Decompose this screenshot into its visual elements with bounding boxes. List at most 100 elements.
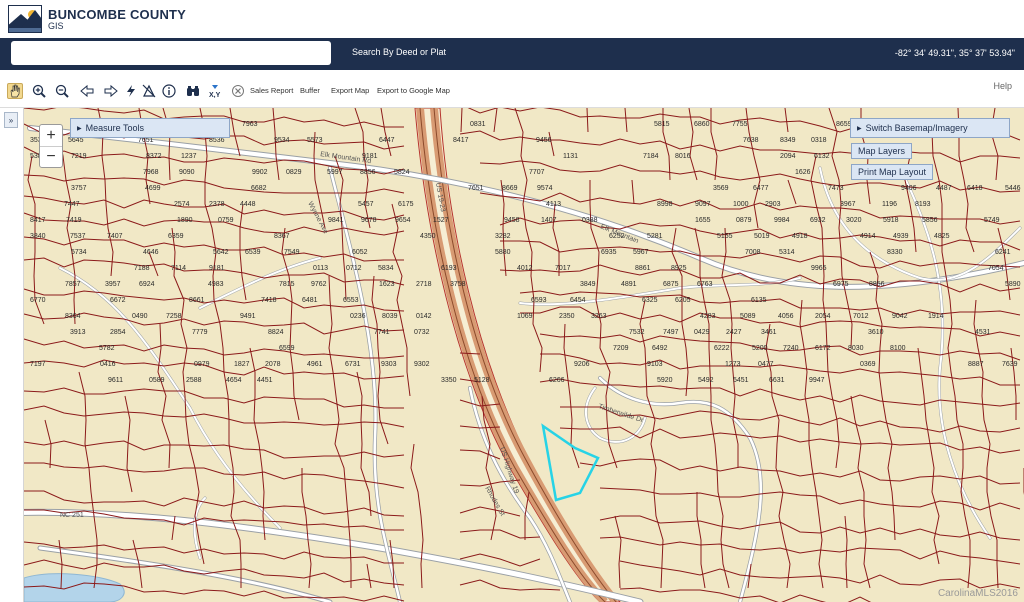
parcel-number-label[interactable]: 7219 — [71, 153, 87, 160]
forward-icon[interactable] — [103, 83, 119, 99]
parcel-number-label[interactable]: 7184 — [643, 153, 659, 160]
parcel-number-label[interactable]: 0759 — [218, 217, 234, 224]
parcel-number-label[interactable]: 0831 — [470, 121, 486, 128]
parcel-number-label[interactable]: 8861 — [635, 265, 651, 272]
parcel-number-label[interactable]: 3569 — [713, 185, 729, 192]
parcel-number-label[interactable]: 8417 — [30, 217, 46, 224]
parcel-number-label[interactable]: 3957 — [105, 281, 121, 288]
parcel-number-label[interactable]: 8661 — [189, 297, 205, 304]
parcel-number-label[interactable]: 4283 — [700, 313, 716, 320]
close-icon[interactable] — [230, 83, 246, 99]
export-map-button[interactable]: Export Map — [331, 86, 369, 95]
parcel-number-label[interactable]: 2054 — [815, 313, 831, 320]
info-icon[interactable] — [161, 83, 177, 99]
parcel-number-label[interactable]: 9456 — [536, 137, 552, 144]
parcel-number-label[interactable]: 8367 — [274, 233, 290, 240]
help-link[interactable]: Help — [993, 81, 1012, 91]
parcel-number-label[interactable]: 2094 — [780, 153, 796, 160]
clear-select-icon[interactable] — [141, 83, 157, 99]
parcel-number-label[interactable]: 7963 — [242, 121, 258, 128]
parcel-number-label[interactable]: 5492 — [698, 377, 714, 384]
parcel-number-label[interactable]: 2427 — [726, 329, 742, 336]
parcel-number-label[interactable]: 4939 — [893, 233, 909, 240]
parcel-number-label[interactable]: 5920 — [657, 377, 673, 384]
parcel-number-label[interactable]: 0732 — [414, 329, 430, 336]
parcel-number-label[interactable]: 8417 — [453, 137, 469, 144]
parcel-number-label[interactable]: 7755 — [732, 121, 748, 128]
parcel-number-label[interactable]: 5089 — [740, 313, 756, 320]
parcel-number-label[interactable]: 7549 — [284, 249, 300, 256]
parcel-number-label[interactable]: 4699 — [145, 185, 161, 192]
parcel-number-label[interactable]: 6325 — [642, 297, 658, 304]
parcel-number-label[interactable]: 6975 — [833, 281, 849, 288]
parcel-number-label[interactable]: 2350 — [559, 313, 575, 320]
parcel-number-label[interactable]: 7497 — [663, 329, 679, 336]
parcel-number-label[interactable]: 7815 — [279, 281, 295, 288]
parcel-number-label[interactable]: 4983 — [208, 281, 224, 288]
parcel-number-label[interactable]: 7447 — [64, 201, 80, 208]
parcel-number-label[interactable]: 6924 — [139, 281, 155, 288]
parcel-number-label[interactable]: 2718 — [416, 281, 432, 288]
parcel-number-label[interactable]: 0979 — [194, 361, 210, 368]
parcel-number-label[interactable]: 3757 — [71, 185, 87, 192]
parcel-number-label[interactable]: 9302 — [414, 361, 430, 368]
parcel-number-label[interactable]: 7639 — [1002, 361, 1018, 368]
parcel-number-label[interactable]: 6599 — [279, 345, 295, 352]
parcel-number-label[interactable]: 1827 — [234, 361, 250, 368]
parcel-number-label[interactable]: 7968 — [143, 169, 159, 176]
parcel-number-label[interactable]: 1069 — [517, 313, 533, 320]
parcel-number-label[interactable]: 6935 — [601, 249, 617, 256]
back-icon[interactable] — [79, 83, 95, 99]
parcel-number-label[interactable]: 9181 — [209, 265, 225, 272]
parcel-number-label[interactable]: 6481 — [302, 297, 318, 304]
parcel-number-label[interactable]: 4451 — [257, 377, 273, 384]
parcel-number-label[interactable]: 8824 — [268, 329, 284, 336]
parcel-number-label[interactable]: 4487 — [936, 185, 952, 192]
parcel-number-label[interactable]: 5880 — [495, 249, 511, 256]
parcel-number-label[interactable]: 0142 — [416, 313, 432, 320]
parcel-number-label[interactable]: 1914 — [928, 313, 944, 320]
parcel-number-label[interactable]: 4646 — [143, 249, 159, 256]
parcel-number-label[interactable]: 0477 — [758, 361, 774, 368]
parcel-number-label[interactable]: 1407 — [541, 217, 557, 224]
parcel-number-label[interactable]: 6631 — [769, 377, 785, 384]
parcel-number-label[interactable]: 5824 — [394, 169, 410, 176]
parcel-number-label[interactable]: 5967 — [633, 249, 649, 256]
parcel-number-label[interactable]: 7114 — [171, 265, 186, 272]
parcel-number-label[interactable]: 6672 — [110, 297, 126, 304]
parcel-number-label[interactable]: 2903 — [765, 201, 781, 208]
parcel-number-label[interactable]: 1890 — [177, 217, 193, 224]
parcel-number-label[interactable]: 4961 — [307, 361, 323, 368]
parcel-number-label[interactable]: 4350 — [420, 233, 436, 240]
parcel-number-label[interactable]: 2854 — [110, 329, 126, 336]
parcel-number-label[interactable]: 0113 — [313, 265, 328, 272]
parcel-number-label[interactable]: 9984 — [774, 217, 790, 224]
parcel-number-label[interactable]: 6135 — [751, 297, 767, 304]
parcel-number-label[interactable]: 1527 — [433, 217, 449, 224]
parcel-number-label[interactable]: 8998 — [657, 201, 673, 208]
parcel-number-label[interactable]: 7008 — [745, 249, 761, 256]
parcel-number-label[interactable]: 9206 — [574, 361, 590, 368]
parcel-number-label[interactable]: 5457 — [358, 201, 374, 208]
parcel-number-label[interactable]: 7240 — [783, 345, 799, 352]
parcel-number-label[interactable]: 0318 — [811, 137, 827, 144]
parcel-number-label[interactable]: 9406 — [901, 185, 917, 192]
parcel-number-label[interactable]: 8349 — [780, 137, 796, 144]
parcel-number-label[interactable]: 0388 — [582, 217, 598, 224]
parcel-number-label[interactable]: 5997 — [327, 169, 343, 176]
parcel-number-label[interactable]: 5281 — [647, 233, 663, 240]
parcel-number-label[interactable]: 6132 — [814, 153, 830, 160]
measure-tools-panel[interactable]: ▶ Measure Tools — [70, 118, 230, 138]
parcel-number-label[interactable]: 6731 — [345, 361, 361, 368]
parcel-number-label[interactable]: 6492 — [652, 345, 668, 352]
parcel-number-label[interactable]: 6454 — [570, 297, 586, 304]
parcel-number-label[interactable]: 5890 — [1005, 281, 1021, 288]
parcel-number-label[interactable]: 9762 — [311, 281, 327, 288]
parcel-number-label[interactable]: 7209 — [613, 345, 629, 352]
parcel-number-label[interactable]: 5749 — [984, 217, 1000, 224]
parcel-number-label[interactable]: 0712 — [346, 265, 362, 272]
parcel-number-label[interactable]: 9090 — [179, 169, 195, 176]
parcel-number-label[interactable]: 5128 — [474, 377, 490, 384]
parcel-number-label[interactable]: 5200 — [752, 345, 768, 352]
parcel-number-label[interactable]: 0490 — [132, 313, 148, 320]
